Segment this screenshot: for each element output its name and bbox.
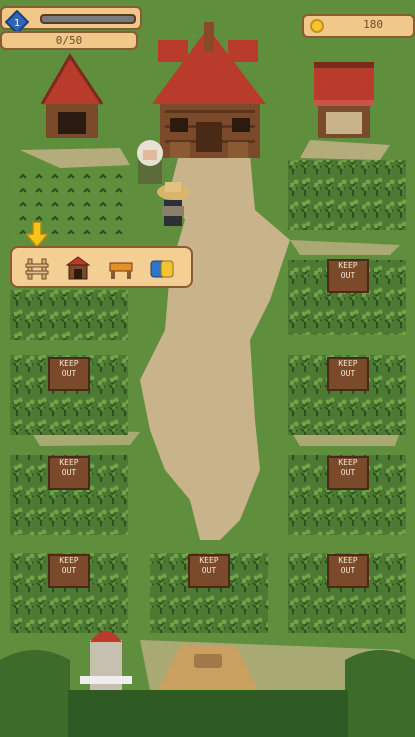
xp-counter: 0/50 [0, 31, 138, 50]
keep-out-sign[interactable]: KEEP OUT [188, 554, 230, 588]
trough-icon[interactable] [149, 255, 175, 281]
fence-icon[interactable] [24, 255, 50, 281]
xp-bar [40, 14, 136, 24]
sign-line2: OUT [340, 566, 356, 575]
level-panel: 1 [0, 6, 142, 34]
sign-line1: KEEP [338, 556, 358, 565]
sign-line1: KEEP [199, 556, 219, 565]
sign-line2: OUT [61, 566, 77, 575]
sign-line1: KEEP [59, 556, 79, 565]
sign-line2: OUT [61, 369, 77, 378]
keep-out-sign[interactable]: KEEP OUT [48, 357, 90, 391]
level-number: 1 [14, 18, 20, 29]
down-arrow-icon [25, 222, 49, 248]
keep-out-sign[interactable]: KEEP OUT [327, 357, 369, 391]
coin-panel: 180 [302, 14, 415, 38]
sign-line2: OUT [340, 468, 356, 477]
farmer-npc[interactable] [137, 140, 163, 184]
sign-line2: OUT [201, 566, 217, 575]
sign-line1: KEEP [59, 359, 79, 368]
keep-out-sign[interactable]: KEEP OUT [327, 259, 369, 293]
sign-line1: KEEP [338, 261, 358, 270]
sign-line1: KEEP [338, 458, 358, 467]
sign-line2: OUT [340, 271, 356, 280]
sign-line2: OUT [61, 468, 77, 477]
keep-out-sign[interactable]: KEEP OUT [48, 456, 90, 490]
keep-out-sign[interactable]: KEEP OUT [327, 554, 369, 588]
keep-out-sign[interactable]: KEEP OUT [327, 456, 369, 490]
farmhouse-building[interactable] [152, 22, 266, 158]
keep-out-sign[interactable]: KEEP OUT [48, 554, 90, 588]
coin-count: 180 [363, 18, 383, 31]
coop-icon[interactable] [65, 255, 91, 281]
market-stall[interactable] [314, 62, 374, 138]
sign-line2: OUT [340, 369, 356, 378]
sign-line1: KEEP [338, 359, 358, 368]
sign-line1: KEEP [59, 458, 79, 467]
bench-icon[interactable] [108, 255, 134, 281]
build-menu [10, 246, 193, 288]
coin-icon [310, 19, 324, 33]
